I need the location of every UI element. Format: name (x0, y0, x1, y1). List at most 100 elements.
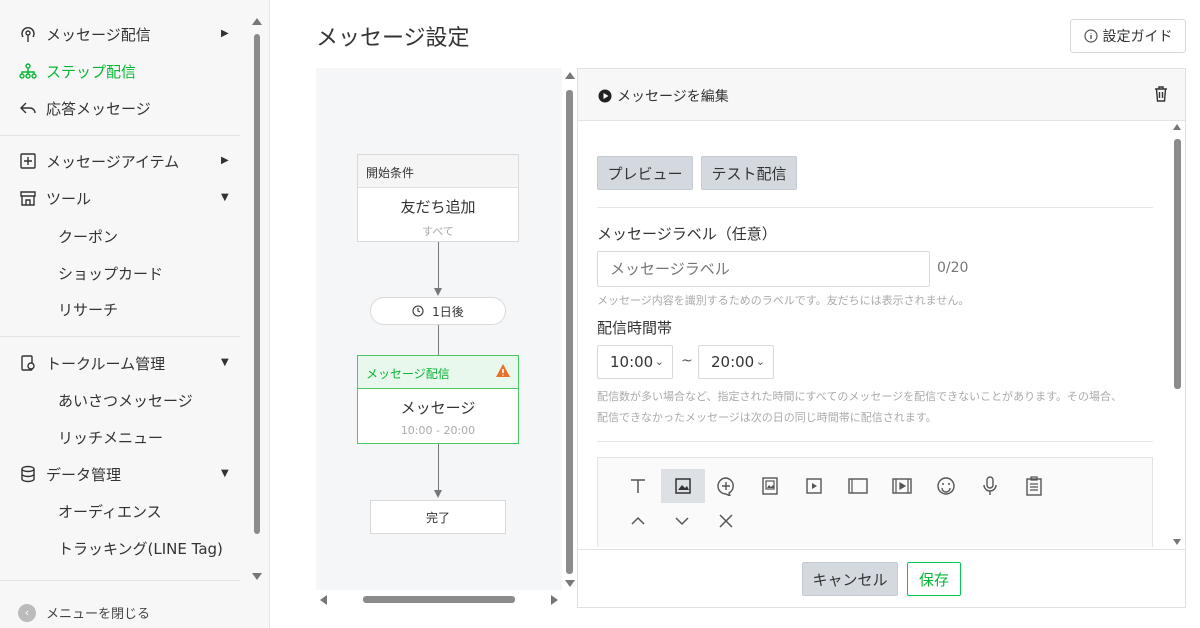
flow-vertical-scrollbar[interactable] (566, 90, 573, 574)
time-from-select[interactable]: 10:00 ⌄ (597, 345, 673, 379)
rich-message-icon[interactable] (847, 475, 869, 497)
warning-icon (496, 364, 510, 377)
sidebar-subitem-tracking[interactable]: トラッキング(LINE Tag) (58, 538, 223, 560)
message-type-toolbar (597, 457, 1153, 547)
sidebar-subitem-shop-card[interactable]: ショップカード (58, 263, 163, 285)
node-subtitle: すべて (422, 225, 454, 238)
page-title: メッセージ設定 (316, 26, 470, 51)
sidebar-item-label: ツール (46, 190, 92, 208)
scroll-up-arrow[interactable] (565, 72, 575, 79)
delivery-time-hint-2: 配信できなかったメッセージは次の日の同じ時間帯に配信されます。 (597, 411, 937, 424)
flow-horizontal-scrollbar[interactable] (363, 596, 515, 603)
message-label-hint: メッセージ内容を識別するためのラベルです。友だちには表示されません。 (597, 294, 970, 307)
node-subtitle: 10:00 - 20:00 (400, 424, 476, 437)
scroll-down-arrow[interactable] (1173, 539, 1181, 545)
time-to-select[interactable]: 20:00 ⌄ (698, 345, 774, 379)
video-icon[interactable] (803, 475, 825, 497)
close-icon[interactable] (715, 510, 737, 532)
sidebar-item-label: 応答メッセージ (46, 100, 151, 118)
message-label-heading: メッセージラベル（任意） (597, 225, 777, 243)
chevron-down-icon: ▼ (221, 468, 229, 479)
sidebar-item-data-management[interactable]: データ管理 ▼ (0, 459, 250, 489)
flow-connector (438, 444, 439, 492)
message-delivery-node[interactable]: メッセージ配信 メッセージ 10:00 - 20:00 (357, 355, 519, 444)
sidebar: メッセージ配信 ▶ ステップ配信 応答メッセージ メッセージアイテム ▶ ツール… (0, 0, 270, 628)
survey-icon[interactable] (1023, 475, 1045, 497)
setup-guide-button[interactable]: 設定ガイド (1070, 19, 1186, 53)
bubble-icon[interactable] (715, 475, 737, 497)
sidebar-subitem-rich-menu[interactable]: リッチメニュー (58, 427, 163, 449)
chevron-down-icon: ▼ (221, 192, 229, 203)
scroll-left-arrow[interactable] (320, 595, 327, 605)
scroll-down-arrow[interactable] (565, 580, 575, 587)
sidebar-item-message-items[interactable]: メッセージアイテム ▶ (0, 146, 250, 176)
chevron-down-icon[interactable] (671, 510, 693, 532)
arrow-down-icon (434, 490, 442, 498)
info-icon (1083, 29, 1098, 43)
sidebar-item-tools[interactable]: ツール ▼ (0, 183, 250, 213)
message-label-input[interactable] (597, 251, 930, 287)
char-counter: 0/20 (937, 260, 969, 276)
node-header: 開始条件 (358, 155, 518, 188)
preview-button[interactable]: プレビュー (597, 156, 693, 190)
sidebar-subitem-coupon[interactable]: クーポン (58, 226, 118, 248)
divider (0, 580, 240, 581)
store-icon (20, 191, 36, 206)
sidebar-subitem-research[interactable]: リサーチ (58, 299, 118, 321)
sidebar-subitem-greeting[interactable]: あいさつメッセージ (58, 390, 193, 412)
chevron-right-icon: ▶ (221, 28, 229, 39)
node-header: メッセージ配信 (358, 356, 518, 389)
mic-icon[interactable] (979, 475, 1001, 497)
editor-header: メッセージを編集 (578, 69, 1185, 121)
scroll-up-arrow[interactable] (252, 18, 262, 25)
cancel-button[interactable]: キャンセル (802, 562, 898, 596)
range-separator: ~ (681, 353, 693, 369)
chevron-down-icon: ▼ (221, 357, 229, 368)
editor-footer: キャンセル 保存 (578, 549, 1185, 607)
chevron-up-icon[interactable] (627, 510, 649, 532)
scroll-right-arrow[interactable] (551, 595, 558, 605)
chevron-right-icon: ▶ (221, 155, 229, 166)
arrow-down-icon (434, 288, 442, 296)
setup-guide-label: 設定ガイド (1102, 29, 1173, 45)
end-node[interactable]: 完了 (370, 500, 506, 534)
message-editor-panel: メッセージを編集 プレビュー テスト配信 メッセージラベル（任意） 0/20 メ… (577, 68, 1186, 608)
flow-connector (438, 242, 439, 290)
sidebar-scrollbar[interactable] (254, 34, 260, 534)
trash-icon[interactable] (1152, 85, 1170, 103)
sidebar-subitem-audience[interactable]: オーディエンス (58, 501, 162, 523)
divider (0, 135, 240, 136)
test-send-button[interactable]: テスト配信 (701, 156, 797, 190)
editor-scrollbar[interactable] (1174, 139, 1181, 389)
sidebar-item-step-delivery[interactable]: ステップ配信 (0, 56, 250, 86)
node-title: 友だち追加 (400, 198, 476, 216)
delay-pill[interactable]: 1日後 (370, 297, 506, 325)
chevron-down-icon: ⌄ (654, 355, 664, 368)
flow-connector (438, 325, 439, 355)
delivery-time-hint-1: 配信数が多い場合など、指定された時間にすべてのメッセージを配信できないことがあり… (597, 390, 1123, 403)
rich-video-icon[interactable] (891, 475, 913, 497)
scroll-up-arrow[interactable] (1173, 124, 1181, 130)
start-condition-node[interactable]: 開始条件 友だち追加 すべて (357, 154, 519, 242)
delay-label: 1日後 (432, 304, 464, 319)
scroll-down-arrow[interactable] (252, 573, 262, 580)
divider (597, 441, 1153, 442)
text-icon[interactable] (627, 475, 649, 497)
sidebar-item-auto-reply[interactable]: 応答メッセージ (0, 93, 250, 123)
close-menu-button[interactable]: ‹ メニューを閉じる (18, 603, 150, 622)
play-circle-icon (598, 89, 612, 103)
sidebar-item-message-broadcast[interactable]: メッセージ配信 ▶ (0, 19, 250, 49)
emoji-icon[interactable] (935, 475, 957, 497)
reply-icon (20, 102, 36, 114)
save-button[interactable]: 保存 (907, 562, 961, 596)
chevron-down-icon: ⌄ (755, 355, 765, 368)
divider (597, 207, 1153, 208)
sidebar-item-talkroom[interactable]: トークルーム管理 ▼ (0, 348, 250, 378)
time-to-value: 20:00 (711, 353, 755, 371)
card-icon[interactable] (759, 475, 781, 497)
database-icon (21, 465, 35, 483)
editor-title: メッセージを編集 (598, 86, 729, 106)
image-icon[interactable] (661, 469, 705, 503)
sidebar-item-label: ステップ配信 (46, 63, 137, 81)
clock-icon (412, 305, 424, 317)
